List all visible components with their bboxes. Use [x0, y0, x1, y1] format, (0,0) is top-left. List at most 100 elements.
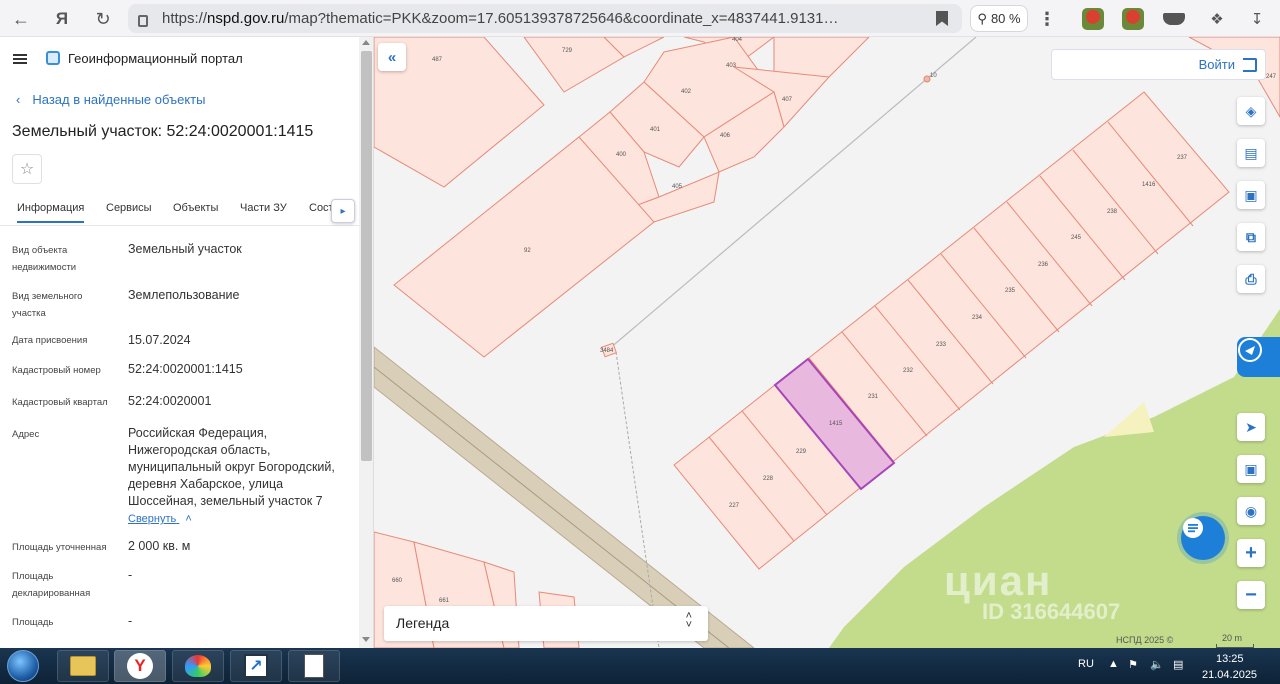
- zoom-indicator[interactable]: ⚲ 80 %: [970, 5, 1028, 32]
- collapse-address-link[interactable]: Свернуть ˄: [128, 513, 192, 525]
- cadastral-map[interactable]: 487 729 404 403 402 407 401 406 400 405 …: [374, 37, 1280, 648]
- extension-icon[interactable]: [1163, 13, 1185, 25]
- network-icon[interactable]: ▤: [1173, 658, 1183, 671]
- scale-label: 20 m: [1222, 633, 1243, 643]
- watermark: циан ID 316644607: [944, 557, 1121, 624]
- tab-services[interactable]: Сервисы: [106, 202, 152, 214]
- address-value: Российская Федерация, Нижегородская обла…: [128, 426, 335, 508]
- meadow-area: [1104, 402, 1154, 437]
- field-value: 52:24:0020001:1415: [128, 362, 243, 376]
- parcel-label: 1415: [829, 421, 843, 427]
- parcel-label: 247: [1266, 74, 1277, 80]
- parcel-label: 232: [903, 368, 914, 374]
- parcel-label: 245: [1071, 235, 1082, 241]
- parcel-label: 236: [1038, 262, 1049, 268]
- clock-time[interactable]: 13:25: [1216, 653, 1244, 665]
- portal-title: Геоинформационный портал: [68, 51, 243, 66]
- field-label: Площадь декларированная: [12, 571, 91, 599]
- ruler-icon[interactable]: ▤: [1237, 139, 1265, 167]
- collections-icon[interactable]: ❖: [1204, 6, 1230, 32]
- select-area-icon[interactable]: ▣: [1237, 181, 1265, 209]
- page-title: Земельный участок: 52:24:0020001:1415: [12, 123, 314, 140]
- field-label: Вид земельного участка: [12, 291, 83, 319]
- chevron-up-icon: ˄: [185, 513, 192, 525]
- legend-select[interactable]: Легенда ˄ ˅: [384, 606, 708, 641]
- zoom-in-button[interactable]: +: [1237, 539, 1265, 567]
- field-label: Дата присвоения: [12, 335, 88, 346]
- tab-state[interactable]: Сост: [309, 202, 334, 214]
- star-icon[interactable]: ☆: [12, 154, 42, 184]
- field-label: Площадь уточненная: [12, 542, 107, 553]
- lock-icon: [138, 14, 148, 27]
- notepad-icon[interactable]: [288, 650, 340, 682]
- parcel-label: 3484: [600, 348, 614, 354]
- parcel-label: 402: [681, 89, 692, 95]
- field-value: 15.07.2024: [128, 333, 191, 347]
- field-value: Земельный участок: [128, 242, 242, 256]
- yandex-logo-icon[interactable]: Я: [49, 6, 75, 32]
- minimap-icon[interactable]: ▣: [1237, 455, 1265, 483]
- promo-icon[interactable]: [1237, 337, 1280, 377]
- chat-icon[interactable]: [1181, 516, 1225, 560]
- parcel-label: 227: [729, 503, 740, 509]
- language-indicator[interactable]: RU: [1078, 658, 1094, 670]
- yandex-browser-icon[interactable]: Y: [114, 650, 166, 682]
- layers-icon[interactable]: ◈: [1237, 97, 1265, 125]
- field-label: Площадь: [12, 617, 54, 628]
- parcel-label: 405: [672, 184, 683, 190]
- field-value: -: [128, 568, 133, 582]
- parcel-label: 92: [524, 248, 531, 254]
- start-button[interactable]: [7, 650, 39, 682]
- reload-icon[interactable]: ↻: [90, 6, 116, 32]
- extension-icon[interactable]: [1122, 8, 1144, 30]
- tab-information[interactable]: Информация: [17, 202, 85, 223]
- parcel-label: 228: [763, 476, 774, 482]
- zoom-icon: ⚲: [977, 10, 987, 26]
- tab-parts[interactable]: Части ЗУ: [240, 202, 287, 214]
- volume-icon[interactable]: 🔈: [1150, 658, 1164, 671]
- address-bar[interactable]: https://nspd.gov.ru/map?thematic=PKK&zoo…: [128, 4, 962, 33]
- parcel-label: 237: [1177, 155, 1188, 161]
- field-value: 2 000 кв. м: [128, 539, 191, 553]
- portal-logo-icon: [46, 51, 60, 65]
- login-icon: [1243, 58, 1257, 72]
- parcel-label: 407: [782, 97, 793, 103]
- extension-icon[interactable]: [1082, 8, 1104, 30]
- tab-objects[interactable]: Объекты: [173, 202, 218, 214]
- parcel[interactable]: [523, 37, 625, 93]
- scroll-down-arrow-icon[interactable]: [362, 637, 370, 642]
- panel-scrollbar-thumb[interactable]: [361, 51, 372, 461]
- paint-icon[interactable]: [172, 650, 224, 682]
- app-icon[interactable]: ↗: [230, 650, 282, 682]
- back-arrow-icon[interactable]: ←: [8, 6, 34, 32]
- tray-expand-icon[interactable]: ▲: [1108, 658, 1119, 670]
- tabs-scroll-right-button[interactable]: ▸: [331, 199, 355, 223]
- parcel-label: 400: [616, 152, 627, 158]
- browser-toolbar: ← Я ↻ https://nspd.gov.ru/map?thematic=P…: [0, 0, 1280, 37]
- download-icon[interactable]: ↧: [1244, 6, 1270, 32]
- explorer-icon[interactable]: [57, 650, 109, 682]
- parcel-label: 235: [1005, 288, 1016, 294]
- clock-date[interactable]: 21.04.2025: [1202, 669, 1257, 681]
- print-icon[interactable]: ⎙: [1237, 265, 1265, 293]
- url-text[interactable]: https://nspd.gov.ru/map?thematic=PKK&zoo…: [162, 10, 902, 27]
- field-label: Адрес: [12, 429, 40, 440]
- map-canvas[interactable]: 487 729 404 403 402 407 401 406 400 405 …: [374, 37, 1280, 648]
- copyright-text: НСПД 2025 ©: [1116, 635, 1174, 645]
- geolocation-icon[interactable]: ➤: [1237, 413, 1265, 441]
- bookmark-icon[interactable]: [936, 11, 948, 26]
- zoom-out-button[interactable]: −: [1237, 581, 1265, 609]
- scroll-up-arrow-icon[interactable]: [362, 40, 370, 45]
- updown-chevron-icon: ˄ ˅: [685, 610, 692, 631]
- coordinates-icon[interactable]: ◉: [1237, 497, 1265, 525]
- back-to-results-link[interactable]: ‹ Назад в найденные объекты: [16, 92, 205, 107]
- action-center-flag-icon[interactable]: ⚑: [1128, 658, 1138, 671]
- parcel-label: 661: [439, 598, 450, 604]
- menu-icon[interactable]: [13, 54, 27, 64]
- login-button[interactable]: Войти: [1051, 49, 1266, 80]
- collapse-panel-button[interactable]: «: [378, 43, 406, 71]
- more-menu-icon[interactable]: ⋮: [1034, 6, 1060, 32]
- parcel-label: 487: [432, 57, 443, 63]
- field-value: -: [128, 614, 133, 628]
- share-icon[interactable]: ⧉: [1237, 223, 1265, 251]
